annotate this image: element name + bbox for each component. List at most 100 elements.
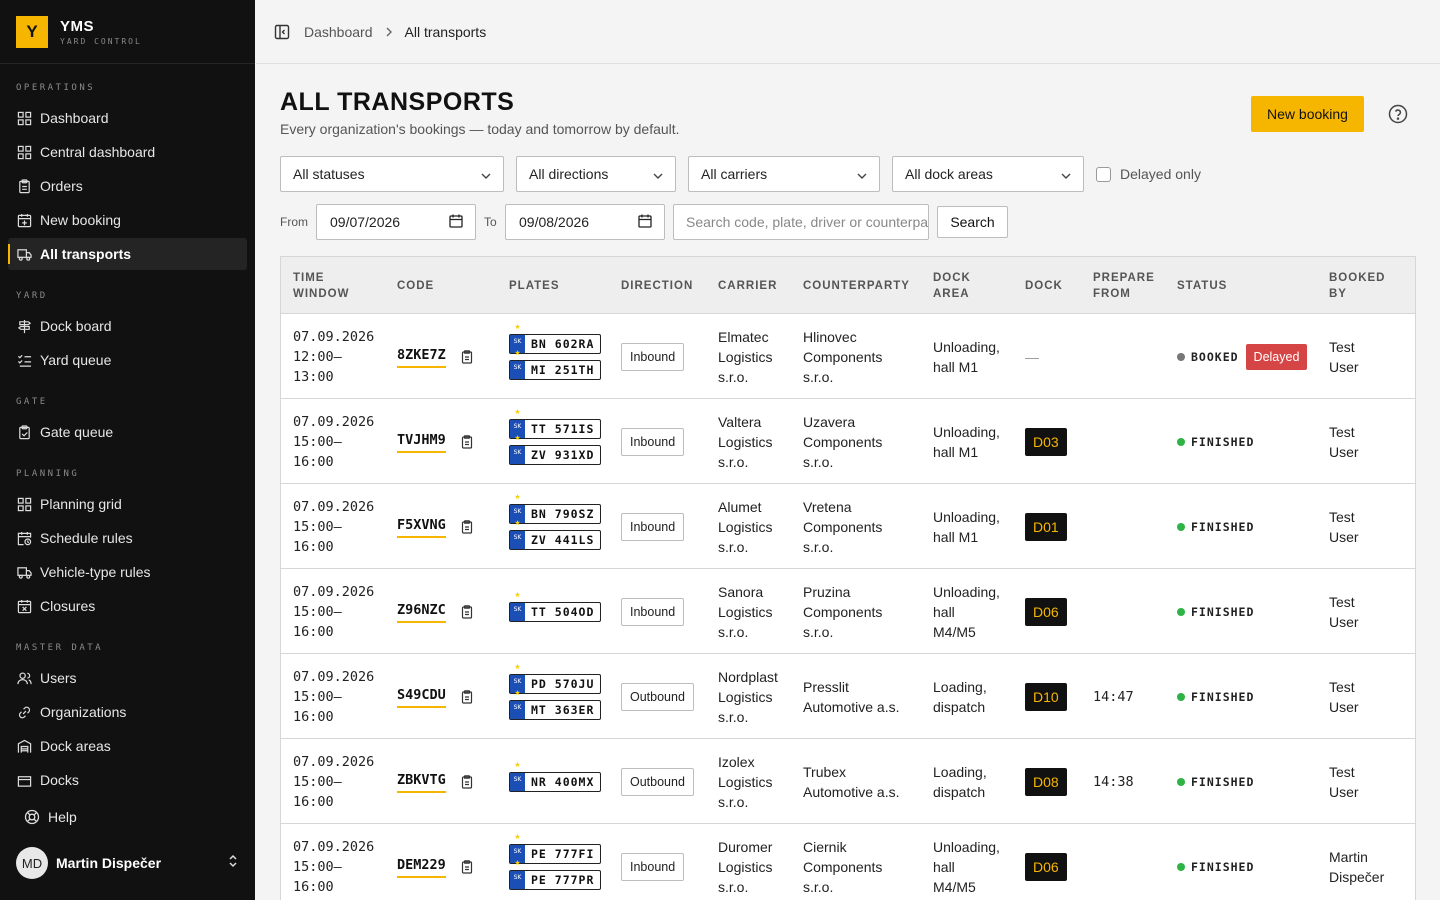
booking-code-link[interactable]: ZBKVTG <box>397 770 446 793</box>
header-direction[interactable]: DIRECTION <box>621 257 693 314</box>
table-row[interactable]: 07.09.2026 15:00– 16:00 Z96NZC ★ SK TT 504OD In… <box>281 569 1415 654</box>
delayed-only-toggle[interactable]: Delayed only <box>1096 166 1201 182</box>
nav-section-title: OPERATIONS <box>16 83 96 93</box>
calendar-icon[interactable] <box>449 214 463 231</box>
from-date-input[interactable]: 09/07/2026 <box>316 204 476 240</box>
time-end: 16:00 <box>293 453 334 470</box>
cell-booked-by: Test User <box>1329 314 1359 399</box>
search-button[interactable]: Search <box>937 206 1008 238</box>
cell-line: User <box>1329 443 1359 460</box>
calendar-icon[interactable] <box>638 214 652 231</box>
dock-area-filter[interactable]: All dock areas <box>892 156 1084 192</box>
table-row[interactable]: 07.09.2026 15:00– 16:00 F5XVNG ★ SK BN 790SZ ★ S… <box>281 484 1415 569</box>
header-counterparty[interactable]: COUNTERPARTY <box>803 257 910 314</box>
search-input[interactable]: Search code, plate, driver or counterpar… <box>673 204 929 240</box>
sidebar-item-docks[interactable]: Docks <box>8 764 247 796</box>
table-row[interactable]: 07.09.2026 15:00– 16:00 S49CDU ★ SK PD 570JU ★ S… <box>281 654 1415 739</box>
sidebar-item-users[interactable]: Users <box>8 662 247 694</box>
eu-flag-icon: ★ SK <box>510 434 525 464</box>
status-filter[interactable]: All statuses <box>280 156 504 192</box>
cell-line: Logistics <box>718 433 773 450</box>
sidebar-item-dock-areas[interactable]: Dock areas <box>8 730 247 762</box>
carrier-filter[interactable]: All carriers <box>688 156 880 192</box>
copy-icon[interactable] <box>460 434 474 449</box>
header-prepare-from[interactable]: PREPARE FROM <box>1093 257 1155 314</box>
breadcrumb-dashboard[interactable]: Dashboard <box>304 24 373 40</box>
sidebar-item-closures[interactable]: Closures <box>8 590 247 622</box>
header-plates[interactable]: PLATES <box>509 257 560 314</box>
table-row[interactable]: 07.09.2026 15:00– 16:00 DEM229 ★ SK PE 777FI ★ S… <box>281 824 1415 900</box>
table-row[interactable]: 07.09.2026 15:00– 16:00 ZBKVTG ★ SK NR 400MX Ou… <box>281 739 1415 824</box>
nav-section-title: GATE <box>16 397 48 407</box>
sidebar-item-orders[interactable]: Orders <box>8 170 247 202</box>
sidebar-item-organizations[interactable]: Organizations <box>8 696 247 728</box>
sidebar-item-new-booking[interactable]: New booking <box>8 204 247 236</box>
booking-code-link[interactable]: F5XVNG <box>397 515 446 538</box>
copy-icon[interactable] <box>460 859 474 874</box>
to-date-input[interactable]: 09/08/2026 <box>505 204 665 240</box>
nav-section-title: YARD <box>16 291 48 301</box>
booking-code-link[interactable]: TVJHM9 <box>397 430 446 453</box>
sidebar-item-schedule-rules[interactable]: Schedule rules <box>8 522 247 554</box>
direction-filter[interactable]: All directions <box>516 156 676 192</box>
user-menu[interactable]: MD Martin Dispečer <box>0 835 255 891</box>
sidebar-item-dock-board[interactable]: Dock board <box>8 310 247 342</box>
sidebar-item-planning-grid[interactable]: Planning grid <box>8 488 247 520</box>
header-booked-by[interactable]: BOOKED BY <box>1329 257 1385 314</box>
sidebar-footer: Help MD Martin Dispečer <box>0 799 255 900</box>
copy-icon[interactable] <box>460 774 474 789</box>
grid-icon <box>16 496 32 512</box>
sidebar-item-gate-queue[interactable]: Gate queue <box>8 416 247 448</box>
header-carrier[interactable]: CARRIER <box>718 257 777 314</box>
license-plate: ★ SK PE 777FI <box>509 833 602 864</box>
direction-badge: Inbound <box>621 427 685 456</box>
header-dock[interactable]: DOCK <box>1025 257 1063 314</box>
dock-badge: D01 <box>1025 512 1067 541</box>
sidebar-item-central-dashboard[interactable]: Central dashboard <box>8 136 247 168</box>
calendar-plus-icon <box>16 212 32 228</box>
cell-line: User <box>1329 528 1359 545</box>
copy-icon[interactable] <box>460 604 474 619</box>
header-code[interactable]: CODE <box>397 257 434 314</box>
cell-line: s.r.o. <box>803 623 834 640</box>
sidebar-toggle-icon[interactable] <box>274 24 290 40</box>
page-subtitle: Every organization's bookings — today an… <box>280 121 680 137</box>
cell-line: hall M1 <box>933 443 979 460</box>
help-circle-icon[interactable] <box>1388 104 1408 124</box>
table-row[interactable]: 07.09.2026 12:00– 13:00 8ZKE7Z ★ SK BN 602RA ★ S… <box>281 314 1415 399</box>
cell-code: ZBKVTG <box>397 739 474 824</box>
sidebar-item-yard-queue[interactable]: Yard queue <box>8 344 247 376</box>
list-check-icon <box>16 352 32 368</box>
cell-line: Logistics <box>718 688 773 705</box>
cell-dock-area: Unloading, hall M1 <box>933 399 1000 484</box>
delayed-only-checkbox[interactable] <box>1096 166 1111 182</box>
booking-code-link[interactable]: 8ZKE7Z <box>397 345 446 368</box>
cell-line: Components <box>803 433 883 450</box>
new-booking-button[interactable]: New booking <box>1251 96 1364 132</box>
help-link[interactable]: Help <box>0 799 255 835</box>
cell-booked-by: Test User <box>1329 484 1359 569</box>
breadcrumb: Dashboard All transports <box>304 24 486 40</box>
sidebar-item-all-transports[interactable]: All transports <box>8 238 247 270</box>
cell-plates: ★ SK BN 602RA ★ SK MI 251TH <box>509 314 602 399</box>
header-status[interactable]: STATUS <box>1177 257 1227 314</box>
cell-carrier: Elmatec Logistics s.r.o. <box>718 314 772 399</box>
sidebar-item-vehicle-type-rules[interactable]: Vehicle-type rules <box>8 556 247 588</box>
page-title: ALL TRANSPORTS <box>280 88 515 116</box>
booking-code-link[interactable]: S49CDU <box>397 685 446 708</box>
header-time-window[interactable]: TIME WINDOW <box>293 257 349 314</box>
cell-time-window: 07.09.2026 15:00– 16:00 <box>293 399 374 484</box>
copy-icon[interactable] <box>460 349 474 364</box>
copy-icon[interactable] <box>460 689 474 704</box>
table-row[interactable]: 07.09.2026 15:00– 16:00 TVJHM9 ★ SK TT 571IS ★ S… <box>281 399 1415 484</box>
brand-logo[interactable]: Y <box>16 15 48 48</box>
cell-line: s.r.o. <box>718 453 749 470</box>
header-dock-area[interactable]: DOCK AREA <box>933 257 971 314</box>
booking-code-link[interactable]: Z96NZC <box>397 600 446 623</box>
cell-line: s.r.o. <box>803 368 834 385</box>
time-end: 16:00 <box>293 538 334 555</box>
copy-icon[interactable] <box>460 519 474 534</box>
direction-badge: Inbound <box>621 342 685 371</box>
booking-code-link[interactable]: DEM229 <box>397 855 446 878</box>
sidebar-item-dashboard[interactable]: Dashboard <box>8 102 247 134</box>
